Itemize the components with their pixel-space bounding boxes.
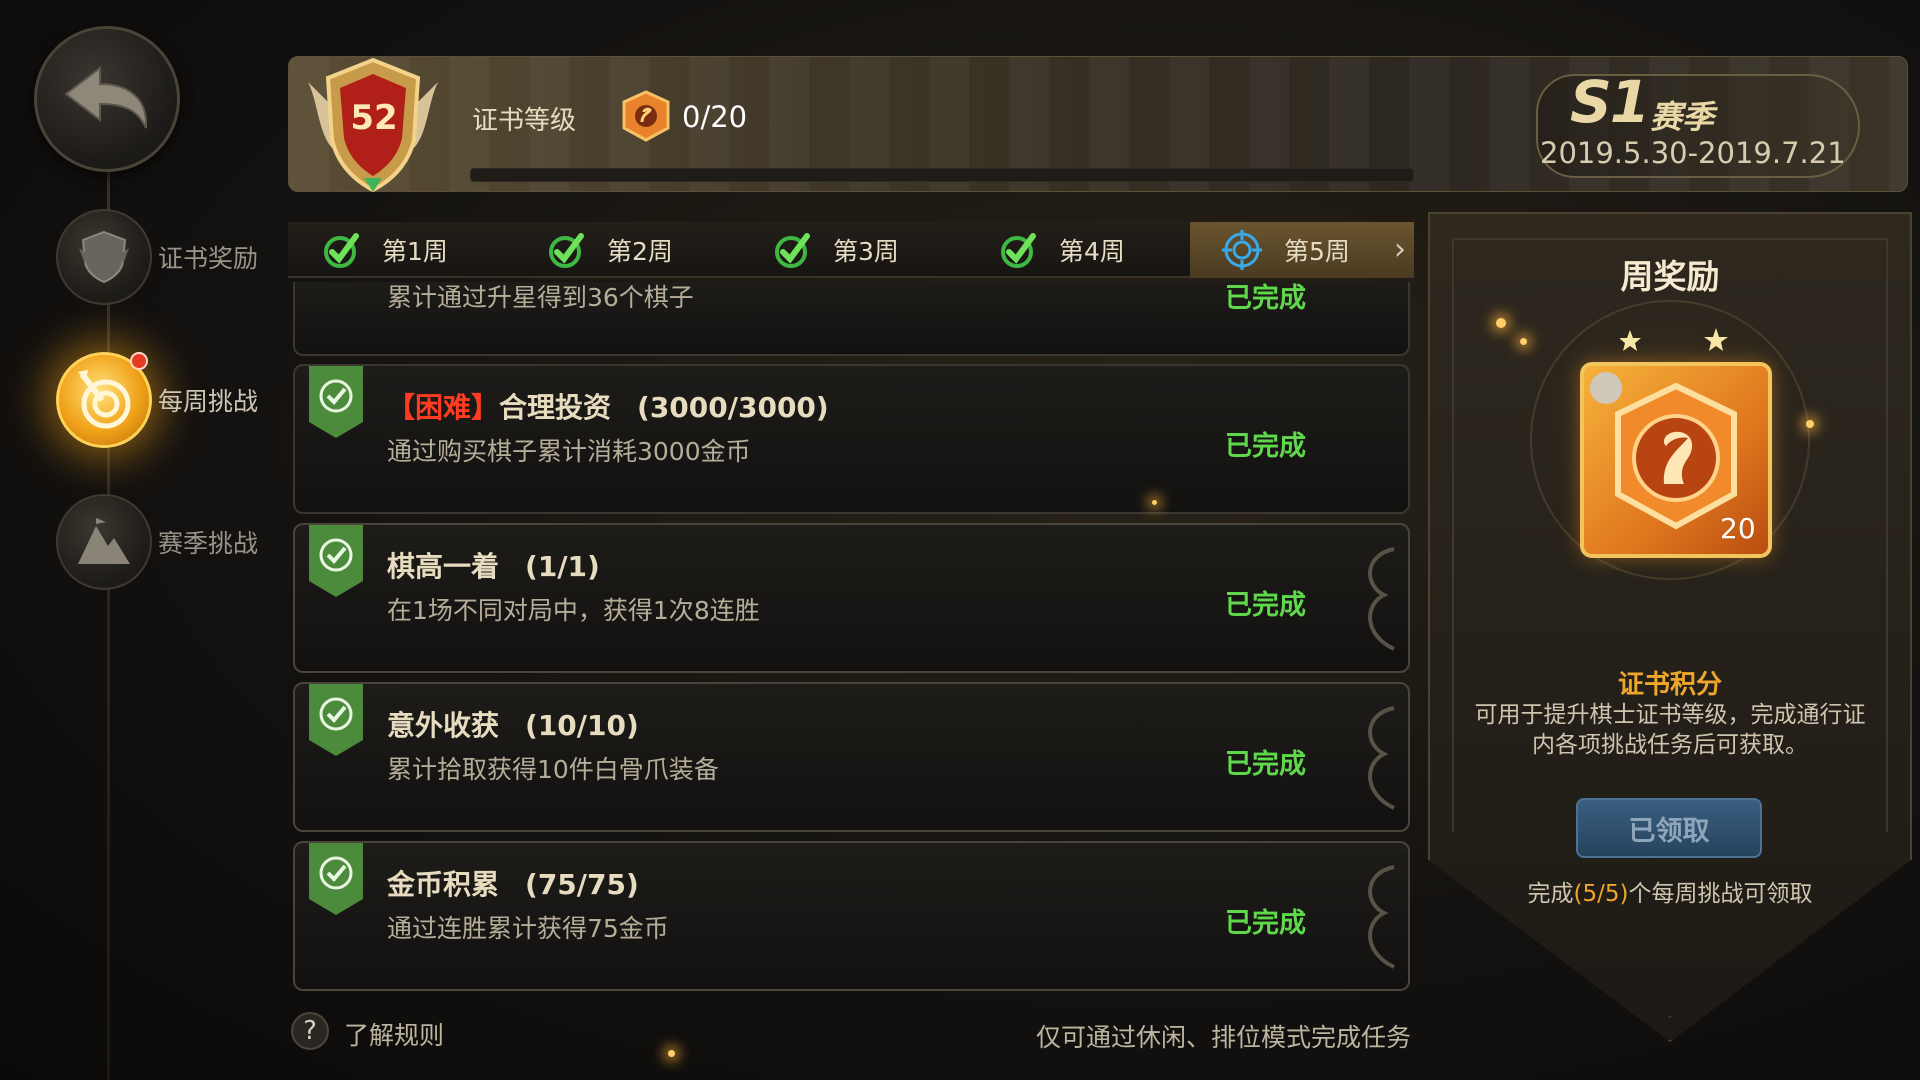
task-complete-flag-icon xyxy=(309,843,363,915)
check-icon xyxy=(549,233,584,268)
task-complete-flag-icon xyxy=(309,366,363,438)
task-status: 已完成 xyxy=(1225,431,1306,462)
claim-note: 完成(5/5)个每周挑战可领取 xyxy=(1527,881,1813,907)
claim-progress: (5/5) xyxy=(1573,881,1629,907)
cert-points-icon xyxy=(622,90,670,142)
claim-button[interactable]: 已领取 xyxy=(1576,798,1762,858)
task-complete-flag-icon xyxy=(309,684,363,756)
cert-progress-bar xyxy=(470,168,1414,182)
task-status: 已完成 xyxy=(1225,749,1306,780)
tab-label: 第3周 xyxy=(833,237,899,266)
ornament-icon xyxy=(1368,547,1395,651)
sidebar-item-weekly-challenge[interactable]: 每周挑战 xyxy=(56,352,258,448)
task-description: 通过购买棋子累计消耗3000金币 xyxy=(387,437,751,466)
sparkle-decor xyxy=(1806,420,1814,428)
tab-week-4[interactable]: 第4周 xyxy=(997,222,1125,278)
back-arrow-icon xyxy=(64,65,148,129)
task-card: 【困难】合理投资 (3000/3000) 通过购买棋子累计消耗3000金币 已完… xyxy=(293,364,1410,514)
reward-description: 可用于提升棋士证书等级，完成通行证内各项挑战任务后可获取。 xyxy=(1474,702,1866,758)
reward-count: 20 xyxy=(1720,512,1756,545)
star-icon xyxy=(1620,328,1728,351)
sidebar-item-label: 每周挑战 xyxy=(158,387,259,416)
tab-label: 第1周 xyxy=(382,237,448,266)
sidebar-item-label: 赛季挑战 xyxy=(158,529,259,558)
task-title: 金币积累 xyxy=(387,868,500,901)
task-title: 棋高一着 xyxy=(387,550,500,583)
task-progress: (75/75) xyxy=(525,868,639,901)
sparkle-decor xyxy=(1496,318,1506,328)
task-description: 通过连胜累计获得75金币 xyxy=(387,914,669,943)
task-complete-flag-icon xyxy=(309,525,363,597)
reward-name: 证书积分 xyxy=(1617,670,1722,700)
mountain-icon xyxy=(56,494,152,590)
task-description: 累计拾取获得10件白骨爪装备 xyxy=(387,755,719,784)
sidebar-item-season-challenge[interactable]: 赛季挑战 xyxy=(56,494,258,590)
chevron-right-icon[interactable]: › xyxy=(1394,232,1406,267)
task-card: 意外收获 (10/10) 累计拾取获得10件白骨爪装备 已完成 xyxy=(293,682,1410,832)
check-icon xyxy=(1001,233,1036,268)
task-card-partial: 累计通过升星得到36个棋子 已完成 xyxy=(293,282,1410,356)
tab-week-3[interactable]: 第3周 xyxy=(771,222,899,278)
sparkle-decor xyxy=(1152,500,1157,505)
rank-level: 52 xyxy=(350,98,398,138)
check-icon xyxy=(324,233,359,268)
cert-level-label: 证书等级 xyxy=(472,106,577,136)
sparkle-decor xyxy=(668,1050,675,1057)
sidebar-item-label: 证书奖励 xyxy=(158,244,259,273)
season-code: S1 xyxy=(1570,68,1650,136)
sparkle-decor xyxy=(1520,338,1527,345)
mode-note: 仅可通过休闲、排位模式完成任务 xyxy=(1036,1023,1412,1052)
tab-label: 第5周 xyxy=(1284,237,1350,266)
sidebar-item-cert-rewards[interactable]: 证书奖励 xyxy=(56,209,258,305)
season-dates: 2019.5.30-2019.7.21 xyxy=(1540,136,1846,170)
shield-icon xyxy=(56,209,152,305)
notification-dot xyxy=(130,352,148,370)
crosshair-icon xyxy=(1222,230,1262,270)
task-progress: (10/10) xyxy=(525,709,639,742)
rules-link[interactable]: 了解规则 xyxy=(344,1016,444,1052)
ornament-icon xyxy=(1368,865,1395,969)
task-status: 已完成 xyxy=(1225,590,1306,621)
season-label: 赛季 xyxy=(1650,98,1715,136)
tab-label: 第4周 xyxy=(1059,237,1125,266)
task-title: 意外收获 xyxy=(387,709,500,742)
panel-title: 周奖励 xyxy=(1620,257,1720,296)
task-progress: (3000/3000) xyxy=(637,391,829,424)
task-description: 累计通过升星得到36个棋子 xyxy=(387,283,694,312)
task-status: 已完成 xyxy=(1225,908,1306,939)
task-description: 在1场不同对局中，获得1次8连胜 xyxy=(387,596,760,625)
cert-points-value: 0/20 xyxy=(682,100,748,134)
tab-label: 第2周 xyxy=(607,237,673,266)
tab-week-1[interactable]: 第1周 xyxy=(320,222,448,278)
check-icon xyxy=(775,233,810,268)
tab-week-5[interactable]: 第5周 xyxy=(1222,222,1350,278)
task-title: 【困难】合理投资 xyxy=(387,391,612,424)
task-card: 金币积累 (75/75) 通过连胜累计获得75金币 已完成 xyxy=(293,841,1410,991)
task-card: 棋高一着 (1/1) 在1场不同对局中，获得1次8连胜 已完成 xyxy=(293,523,1410,673)
task-difficulty-tag: 【困难】 xyxy=(387,391,500,424)
tab-week-2[interactable]: 第2周 xyxy=(545,222,673,278)
back-button[interactable] xyxy=(34,26,180,172)
help-icon[interactable]: ? xyxy=(291,1012,329,1050)
ornament-icon xyxy=(1368,706,1395,810)
task-status: 已完成 xyxy=(1225,283,1306,314)
task-progress: (1/1) xyxy=(525,550,600,583)
